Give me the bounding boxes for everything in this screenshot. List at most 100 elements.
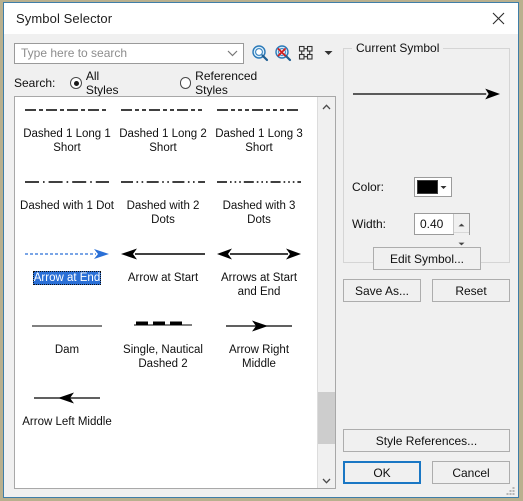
symbol-list-item-label: Dam	[54, 344, 80, 356]
caret-down-icon[interactable]	[322, 45, 334, 61]
symbol-list-item-label: Dashed with 2 Dots	[126, 200, 200, 226]
color-row: Color:	[352, 177, 501, 197]
radio-all-styles[interactable]: All Styles	[70, 69, 133, 97]
symbol-list-item[interactable]: Arrow at Start	[115, 227, 211, 299]
spinner-up-button[interactable]	[454, 214, 469, 233]
search-scope-label: Search:	[14, 76, 56, 90]
symbol-list-item-label: Arrow at End	[32, 271, 102, 285]
current-symbol-groupbox: Current Symbol Color: Width: 0.40	[343, 41, 510, 263]
symbol-list-item-label: Arrow at Start	[127, 272, 199, 284]
symbol-list-item-label: Dashed with 1 Dot	[20, 200, 114, 212]
symbol-preview-icon	[215, 169, 303, 195]
color-button[interactable]	[414, 177, 452, 197]
close-button[interactable]	[478, 4, 518, 33]
width-row: Width: 0.40	[352, 213, 501, 251]
symbol-row: Dashed with 1 Dot Dashed with 2 Dots Dashe…	[19, 155, 313, 227]
radio-all-styles-indicator	[70, 77, 82, 89]
ok-button[interactable]: OK	[343, 461, 421, 484]
search-row: Type here to search	[14, 42, 336, 64]
color-dropdown-icon[interactable]	[438, 185, 449, 190]
symbol-list-item-label: Arrows at Start and End	[220, 272, 298, 298]
symbol-list-scrollbar[interactable]	[317, 97, 335, 488]
search-scope-row: Search: All Styles Referenced Styles	[14, 69, 336, 97]
symbol-list-item[interactable]: Dashed 1 Long 3 Short	[211, 97, 307, 155]
close-icon	[492, 12, 505, 25]
search-input[interactable]: Type here to search	[14, 42, 244, 64]
symbol-preview-icon	[215, 313, 303, 339]
color-swatch	[417, 180, 438, 194]
symbol-list-content: Dashed 1 Long 1 Short Dashed 1 Long 2 Sho…	[15, 97, 317, 429]
symbol-preview-icon	[23, 169, 111, 195]
clear-search-icon[interactable]	[274, 44, 292, 62]
symbol-list-item[interactable]: Arrow Right Middle	[211, 299, 307, 371]
symbol-preview-icon	[119, 169, 207, 195]
color-label: Color:	[352, 180, 385, 194]
symbol-list-item[interactable]: Dashed with 2 Dots	[115, 155, 211, 227]
scrollbar-thumb[interactable]	[318, 392, 335, 444]
symbol-preview-icon	[23, 97, 111, 123]
symbol-list-item[interactable]: Arrow Left Middle	[19, 371, 115, 429]
symbol-list-item[interactable]: Dashed 1 Long 2 Short	[115, 97, 211, 155]
symbol-preview-icon	[215, 241, 303, 267]
symbol-list-item[interactable]: Arrow at End	[19, 227, 115, 299]
resize-grip-icon[interactable]	[504, 483, 516, 495]
symbol-list-item-label: Dashed 1 Long 1 Short	[23, 128, 111, 154]
title-bar: Symbol Selector	[4, 3, 518, 34]
scroll-up-button[interactable]	[318, 97, 335, 114]
symbol-list-item-label: Dashed 1 Long 2 Short	[119, 128, 207, 154]
save-as-button[interactable]: Save As...	[343, 279, 421, 302]
chevron-down-icon[interactable]	[227, 44, 238, 62]
symbol-row: Dashed 1 Long 1 Short Dashed 1 Long 2 Sho…	[19, 97, 313, 155]
symbol-list-viewport: Dashed 1 Long 1 Short Dashed 1 Long 2 Sho…	[15, 97, 317, 488]
symbol-list-item-label: Arrow Left Middle	[22, 416, 112, 428]
symbol-preview-icon	[119, 313, 207, 339]
scroll-down-button[interactable]	[318, 471, 335, 488]
search-icon[interactable]	[251, 44, 269, 62]
symbol-row: Arrow Left Middle	[19, 371, 313, 429]
symbol-row: Dam Single, Nautical Dashed 2 Arrow Right …	[19, 299, 313, 371]
spinner-up-icon	[458, 214, 465, 232]
page-title: Symbol Selector	[16, 10, 113, 26]
width-value[interactable]: 0.40	[415, 214, 453, 234]
edit-symbol-button[interactable]: Edit Symbol...	[373, 247, 481, 270]
symbol-preview-icon	[215, 97, 303, 123]
symbol-preview-icon	[23, 385, 111, 411]
symbol-selector-dialog: Symbol Selector Type here to search Sear…	[3, 2, 519, 498]
width-stepper[interactable]: 0.40	[414, 213, 470, 251]
width-label: Width:	[352, 217, 387, 231]
radio-all-styles-label: All Styles	[85, 69, 119, 97]
current-symbol-preview	[352, 77, 501, 111]
symbol-list-item[interactable]: Dam	[19, 299, 115, 371]
style-references-button[interactable]: Style References...	[343, 429, 510, 452]
radio-referenced-styles-label: Referenced Styles	[195, 69, 258, 97]
scroll-down-icon	[322, 471, 331, 489]
symbol-list[interactable]: Dashed 1 Long 1 Short Dashed 1 Long 2 Sho…	[14, 96, 336, 489]
symbol-browser-panel: Type here to search Search: All Styles R…	[14, 42, 336, 489]
dialog-body: Type here to search Search: All Styles R…	[4, 34, 518, 497]
symbol-list-item[interactable]: Dashed 1 Long 1 Short	[19, 97, 115, 155]
current-symbol-title: Current Symbol	[352, 41, 444, 55]
search-toolbar	[251, 44, 334, 62]
scroll-up-icon	[322, 97, 331, 115]
symbol-list-item[interactable]: Arrows at Start and End	[211, 227, 307, 299]
width-spinner-arrows	[453, 214, 469, 251]
symbol-preview-icon	[23, 313, 111, 339]
symbol-preview-icon	[23, 241, 111, 267]
symbol-list-item-label: Single, Nautical Dashed 2	[123, 344, 203, 370]
scrollbar-track[interactable]	[318, 114, 335, 471]
symbol-list-item-label: Arrow Right Middle	[228, 344, 290, 370]
symbol-list-item-label: Dashed 1 Long 3 Short	[215, 128, 303, 154]
symbol-list-item-label: Dashed with 3 Dots	[222, 200, 296, 226]
cancel-button[interactable]: Cancel	[432, 461, 510, 484]
symbol-row: Arrow at End Arrow at Start Arrows at Star…	[19, 227, 313, 299]
current-symbol-panel: Current Symbol Color: Width: 0.40 Edit S…	[343, 41, 510, 489]
radio-referenced-styles[interactable]: Referenced Styles	[179, 69, 291, 97]
symbol-list-item[interactable]: Single, Nautical Dashed 2	[115, 299, 211, 371]
symbol-preview-icon	[119, 241, 207, 267]
symbol-list-item[interactable]: Dashed with 3 Dots	[211, 155, 307, 227]
symbol-list-item[interactable]: Dashed with 1 Dot	[19, 155, 115, 227]
view-options-icon[interactable]	[297, 44, 315, 62]
search-placeholder: Type here to search	[21, 46, 128, 60]
symbol-preview-icon	[119, 97, 207, 123]
reset-button[interactable]: Reset	[432, 279, 510, 302]
